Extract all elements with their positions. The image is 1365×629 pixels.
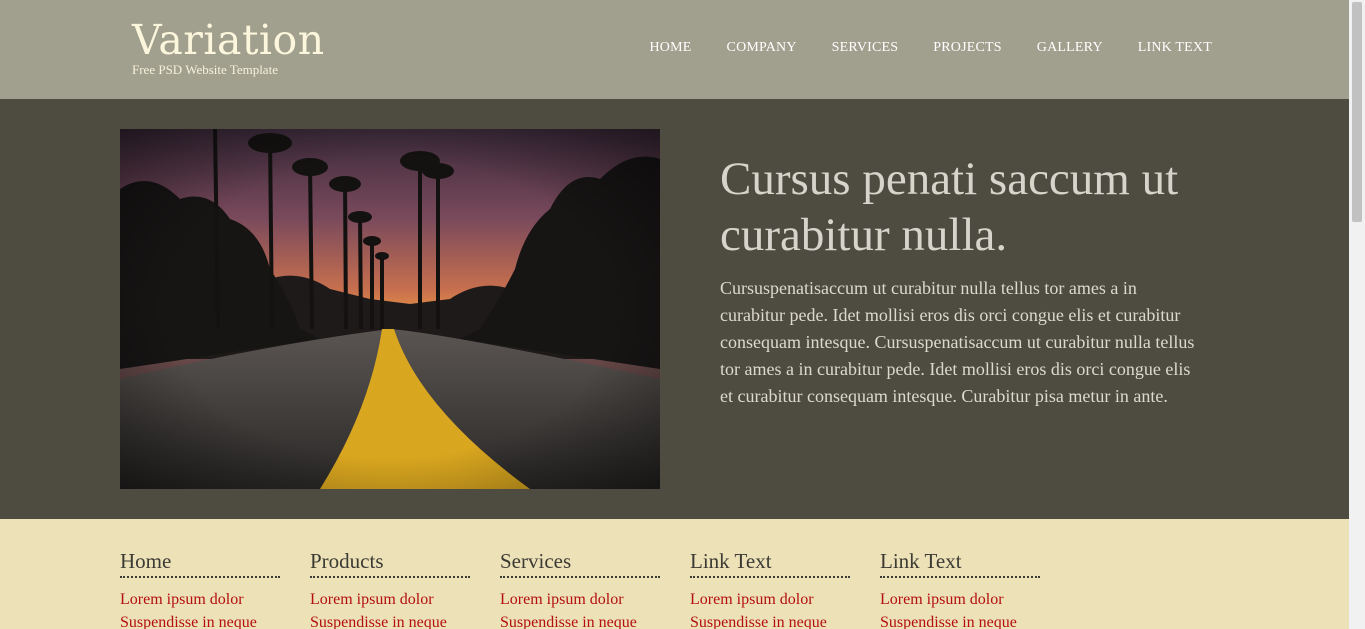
- footer-link[interactable]: Lorem ipsum dolor: [500, 588, 660, 611]
- scrollbar-thumb[interactable]: [1352, 2, 1362, 222]
- column-title: Link Text: [880, 549, 1040, 578]
- column-title: Home: [120, 549, 280, 578]
- footer-column-link-text-1: Link Text Lorem ipsum dolor Suspendisse …: [690, 549, 850, 629]
- logo-title: Variation: [132, 16, 325, 64]
- footer-link[interactable]: Suspendisse in neque: [500, 611, 660, 629]
- footer-link[interactable]: Suspendisse in neque: [880, 611, 1040, 629]
- site-logo[interactable]: Variation Free PSD Website Template: [132, 16, 325, 78]
- footer-link[interactable]: Suspendisse in neque: [690, 611, 850, 629]
- footer-column-home: Home Lorem ipsum dolor Suspendisse in ne…: [120, 549, 280, 629]
- main-nav: HOME COMPANY SERVICES PROJECTS GALLERY L…: [650, 40, 1213, 56]
- hero-body: Cursuspenatisaccum ut curabitur nulla te…: [720, 278, 1195, 406]
- sunset-road-image: [120, 129, 660, 489]
- column-title: Products: [310, 549, 470, 578]
- page: Variation Free PSD Website Template HOME…: [0, 0, 1365, 629]
- column-title: Link Text: [690, 549, 850, 578]
- footer-link[interactable]: Suspendisse in neque: [120, 611, 280, 629]
- hero-section: Cursus penati saccum ut curabitur nulla.…: [0, 99, 1349, 519]
- nav-services[interactable]: SERVICES: [832, 40, 899, 56]
- vertical-scrollbar[interactable]: [1349, 0, 1365, 629]
- logo-tagline: Free PSD Website Template: [132, 62, 278, 77]
- footer-link[interactable]: Lorem ipsum dolor: [880, 588, 1040, 611]
- hero-image: [120, 129, 660, 489]
- nav-home[interactable]: HOME: [650, 40, 692, 56]
- nav-gallery[interactable]: GALLERY: [1037, 40, 1103, 56]
- footer-link[interactable]: Lorem ipsum dolor: [310, 588, 470, 611]
- footer-links: Home Lorem ipsum dolor Suspendisse in ne…: [0, 519, 1349, 629]
- nav-projects[interactable]: PROJECTS: [933, 40, 1002, 56]
- nav-link-text[interactable]: LINK TEXT: [1138, 40, 1212, 56]
- hero-heading: Cursus penati saccum ut curabitur nulla.: [720, 153, 1179, 261]
- hero-text: Cursus penati saccum ut curabitur nulla.…: [720, 151, 1200, 410]
- footer-column-link-text-2: Link Text Lorem ipsum dolor Suspendisse …: [880, 549, 1040, 629]
- footer-column-products: Products Lorem ipsum dolor Suspendisse i…: [310, 549, 470, 629]
- footer-link[interactable]: Lorem ipsum dolor: [120, 588, 280, 611]
- footer-column-services: Services Lorem ipsum dolor Suspendisse i…: [500, 549, 660, 629]
- site-header: Variation Free PSD Website Template HOME…: [0, 0, 1349, 99]
- footer-link[interactable]: Suspendisse in neque: [310, 611, 470, 629]
- footer-link[interactable]: Lorem ipsum dolor: [690, 588, 850, 611]
- nav-company[interactable]: COMPANY: [727, 40, 797, 56]
- column-title: Services: [500, 549, 660, 578]
